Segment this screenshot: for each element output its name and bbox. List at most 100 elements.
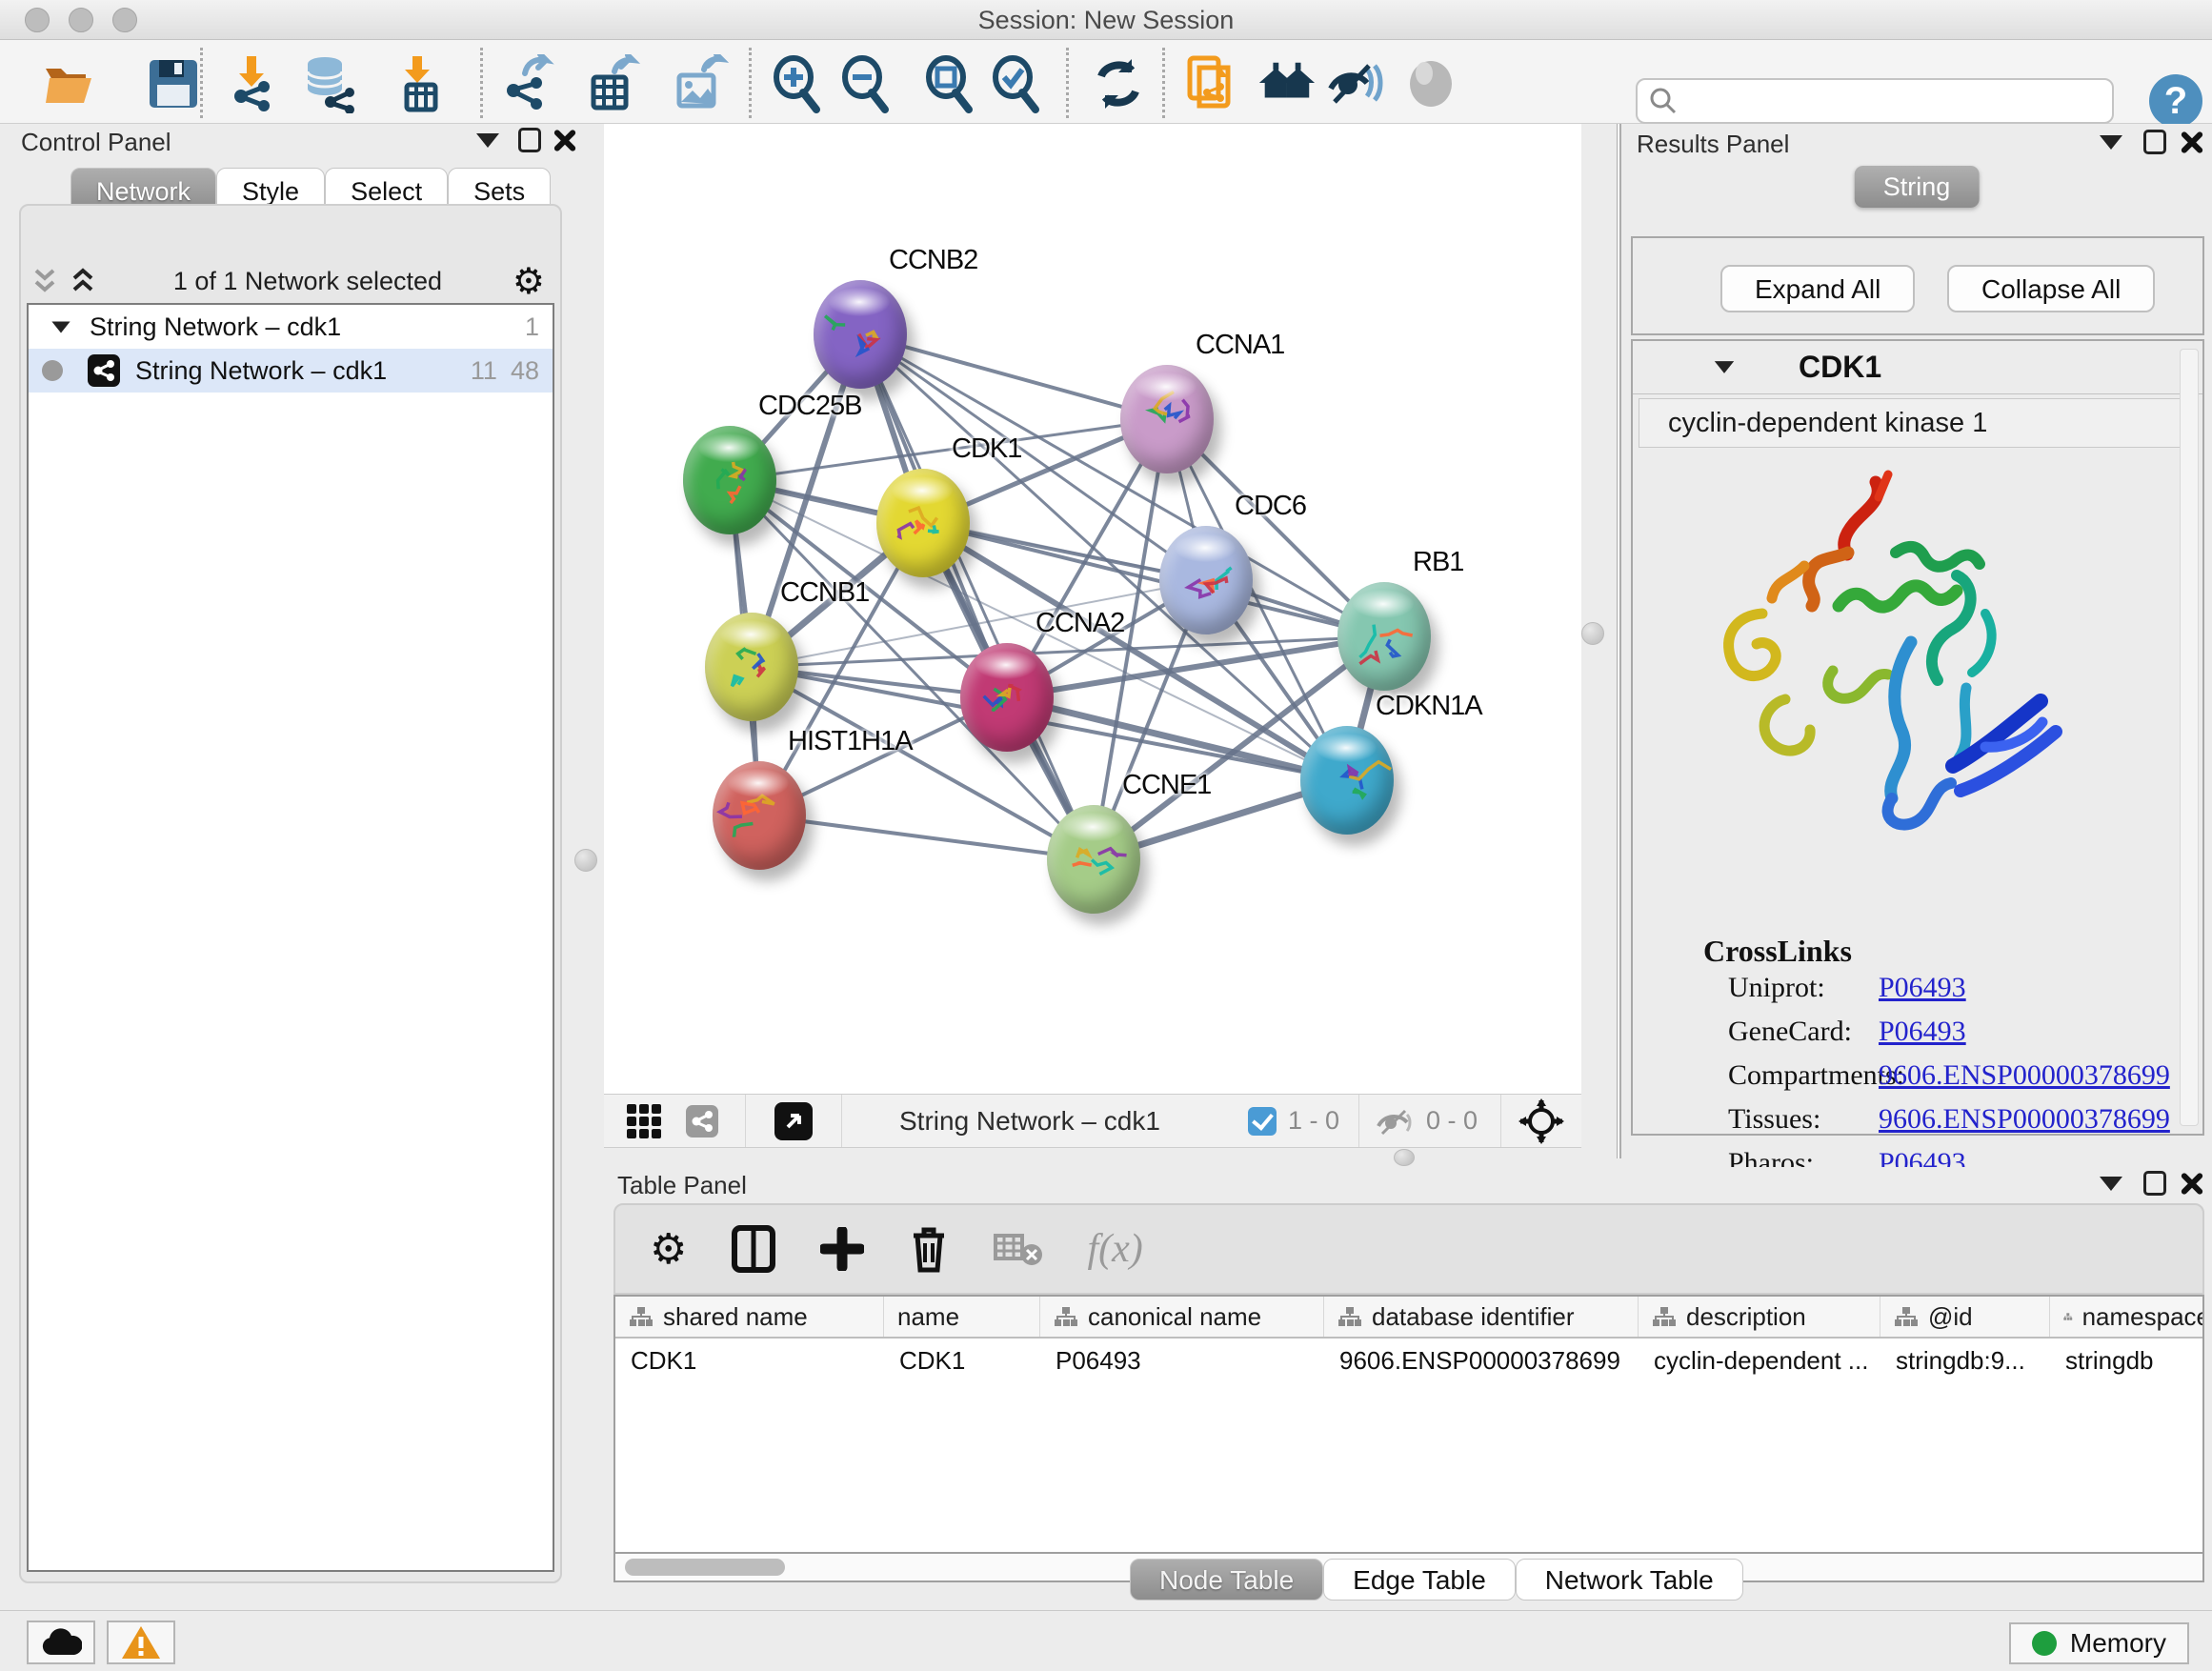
network-canvas[interactable]: CCNB2CCNA1CDC25BCDK1CDC6RB1CCNB1CCNA2CDK… — [604, 124, 1581, 1094]
node-CDK1[interactable] — [876, 469, 970, 577]
gene-expander-icon[interactable] — [1715, 361, 1734, 373]
zoom-selected-icon[interactable] — [987, 53, 1048, 114]
zoom-out-icon[interactable] — [836, 53, 897, 114]
warning-status-button[interactable] — [107, 1621, 175, 1664]
column-header-shared-name[interactable]: shared name — [615, 1297, 884, 1337]
create-column-icon[interactable] — [820, 1227, 864, 1271]
expand-all-button[interactable]: Expand All — [1720, 265, 1915, 312]
column-header-database-identifier[interactable]: database identifier — [1324, 1297, 1639, 1337]
close-panel-icon[interactable] — [2170, 126, 2212, 158]
node-CCNB2[interactable] — [814, 280, 907, 389]
delete-table-icon[interactable] — [994, 1230, 1043, 1268]
expand-all-icon[interactable] — [65, 265, 103, 297]
cell-shared-name[interactable]: CDK1 — [615, 1339, 884, 1382]
crosslink-link[interactable]: P06493 — [1879, 1016, 1966, 1048]
column-header-canonical-name[interactable]: canonical name — [1040, 1297, 1324, 1337]
show-columns-icon[interactable] — [731, 1224, 776, 1274]
node-RB1[interactable] — [1337, 582, 1431, 691]
collapse-all-button[interactable]: Collapse All — [1947, 265, 2155, 312]
tab-string[interactable]: String — [1855, 166, 1980, 208]
tab-node-table[interactable]: Node Table — [1130, 1559, 1323, 1601]
column-header-description[interactable]: description — [1639, 1297, 1880, 1337]
node-CDKN1A[interactable] — [1300, 726, 1394, 835]
cell-description[interactable]: cyclin-dependent ... — [1639, 1339, 1880, 1382]
apply-layout-icon[interactable] — [1088, 53, 1149, 114]
detach-view-icon[interactable] — [774, 1102, 813, 1140]
network-icon[interactable] — [686, 1105, 718, 1137]
edge-CCNE1-HIST1H1A[interactable] — [759, 815, 1094, 859]
network-selection-bar: 1 of 1 Network selected ⚙ — [27, 259, 554, 303]
zoom-fit-icon[interactable] — [920, 53, 981, 114]
crosslink-link[interactable]: 9606.ENSP00000378699 — [1879, 1103, 2170, 1136]
node-HIST1H1A[interactable] — [713, 761, 806, 870]
home-pages-icon[interactable] — [1256, 53, 1317, 114]
cell-namespace[interactable]: stringdb — [2050, 1339, 2204, 1382]
cell-canonical-name[interactable]: P06493 — [1040, 1339, 1324, 1382]
panel-menu-icon[interactable] — [2090, 126, 2132, 158]
node-CCNA1[interactable] — [1120, 365, 1214, 473]
help-icon[interactable]: ? — [2149, 74, 2202, 128]
grid-view-icon[interactable] — [627, 1104, 661, 1138]
tab-edge-table[interactable]: Edge Table — [1323, 1559, 1516, 1601]
tab-network-table[interactable]: Network Table — [1516, 1559, 1743, 1601]
birdseye-toggle-icon[interactable] — [1518, 1098, 1564, 1144]
panel-menu-icon[interactable] — [2090, 1167, 2132, 1199]
open-session-icon[interactable] — [38, 53, 99, 114]
column-header-name[interactable]: name — [884, 1297, 1040, 1337]
string-documents-icon[interactable] — [1181, 53, 1242, 114]
network-options-gear-icon[interactable]: ⚙ — [513, 260, 545, 303]
results-scrollbar[interactable] — [2180, 349, 2199, 1126]
show-hide-icon[interactable] — [1324, 53, 1385, 114]
function-builder-icon[interactable]: f(x) — [1087, 1226, 1142, 1272]
node-CCNA2[interactable] — [960, 643, 1054, 752]
birdseye-icon[interactable] — [1400, 53, 1461, 114]
gene-section-header[interactable]: CDK1 — [1633, 341, 2202, 394]
network-status-dot — [42, 360, 63, 381]
table-options-gear-icon[interactable]: ⚙ — [650, 1225, 687, 1274]
network-collection-row[interactable]: String Network – cdk1 1 — [29, 305, 553, 349]
gene-description: cyclin-dependent kinase 1 — [1639, 398, 2197, 448]
selected-indicator-icon[interactable] — [1248, 1107, 1277, 1136]
string-network-icon — [88, 354, 120, 387]
close-panel-icon[interactable] — [2170, 1167, 2212, 1199]
collection-expander-icon[interactable] — [51, 321, 70, 332]
zoom-in-icon[interactable] — [768, 53, 829, 114]
node-CDC25B[interactable] — [683, 426, 776, 534]
table-row[interactable]: CDK1CDK1P064939606.ENSP00000378699cyclin… — [615, 1339, 2202, 1382]
network-row[interactable]: String Network – cdk1 11 48 — [29, 349, 553, 393]
export-network-icon[interactable] — [497, 53, 558, 114]
right-splitter-grip[interactable] — [1581, 622, 1604, 645]
search-input[interactable] — [1685, 87, 2112, 116]
node-label-CCNA1: CCNA1 — [1196, 330, 1284, 361]
import-table-file-icon[interactable] — [389, 53, 450, 114]
import-network-database-icon[interactable] — [299, 53, 360, 114]
close-panel-icon[interactable] — [543, 124, 585, 156]
edge-CCNB2-CCNE1[interactable] — [860, 334, 1094, 859]
crosslink-link[interactable]: P06493 — [1879, 972, 1966, 1004]
cell-name[interactable]: CDK1 — [884, 1339, 1040, 1382]
crosslink-link[interactable]: 9606.ENSP00000378699 — [1879, 1059, 2170, 1092]
save-session-icon[interactable] — [143, 53, 204, 114]
edge-CDK1-RB1[interactable] — [923, 523, 1384, 636]
export-image-icon[interactable] — [669, 53, 730, 114]
export-table-icon[interactable] — [581, 53, 642, 114]
node-CCNB1[interactable] — [705, 613, 798, 721]
network-view-toolbar: String Network – cdk1 1 - 0 0 - 0 — [604, 1094, 1581, 1148]
delete-column-icon[interactable] — [908, 1224, 950, 1274]
node-CCNE1[interactable] — [1047, 805, 1140, 914]
import-network-file-icon[interactable] — [221, 53, 282, 114]
scrollbar-thumb[interactable] — [625, 1559, 785, 1576]
cell-database-identifier[interactable]: 9606.ENSP00000378699 — [1324, 1339, 1639, 1382]
node-CDC6[interactable] — [1159, 526, 1253, 634]
left-splitter-grip[interactable] — [574, 849, 597, 872]
cloud-status-button[interactable] — [27, 1621, 95, 1664]
node-label-RB1: RB1 — [1413, 547, 1463, 578]
cell-@id[interactable]: stringdb:9... — [1880, 1339, 2050, 1382]
collapse-all-icon[interactable] — [27, 265, 65, 297]
panel-menu-icon[interactable] — [467, 124, 509, 156]
bottom-splitter-grip[interactable] — [1394, 1149, 1415, 1166]
column-header-namespace[interactable]: namespace — [2050, 1297, 2204, 1337]
results-buttons-box: Expand All Collapse All — [1631, 236, 2204, 335]
column-header-@id[interactable]: @id — [1880, 1297, 2050, 1337]
memory-button[interactable]: Memory — [2009, 1622, 2189, 1664]
